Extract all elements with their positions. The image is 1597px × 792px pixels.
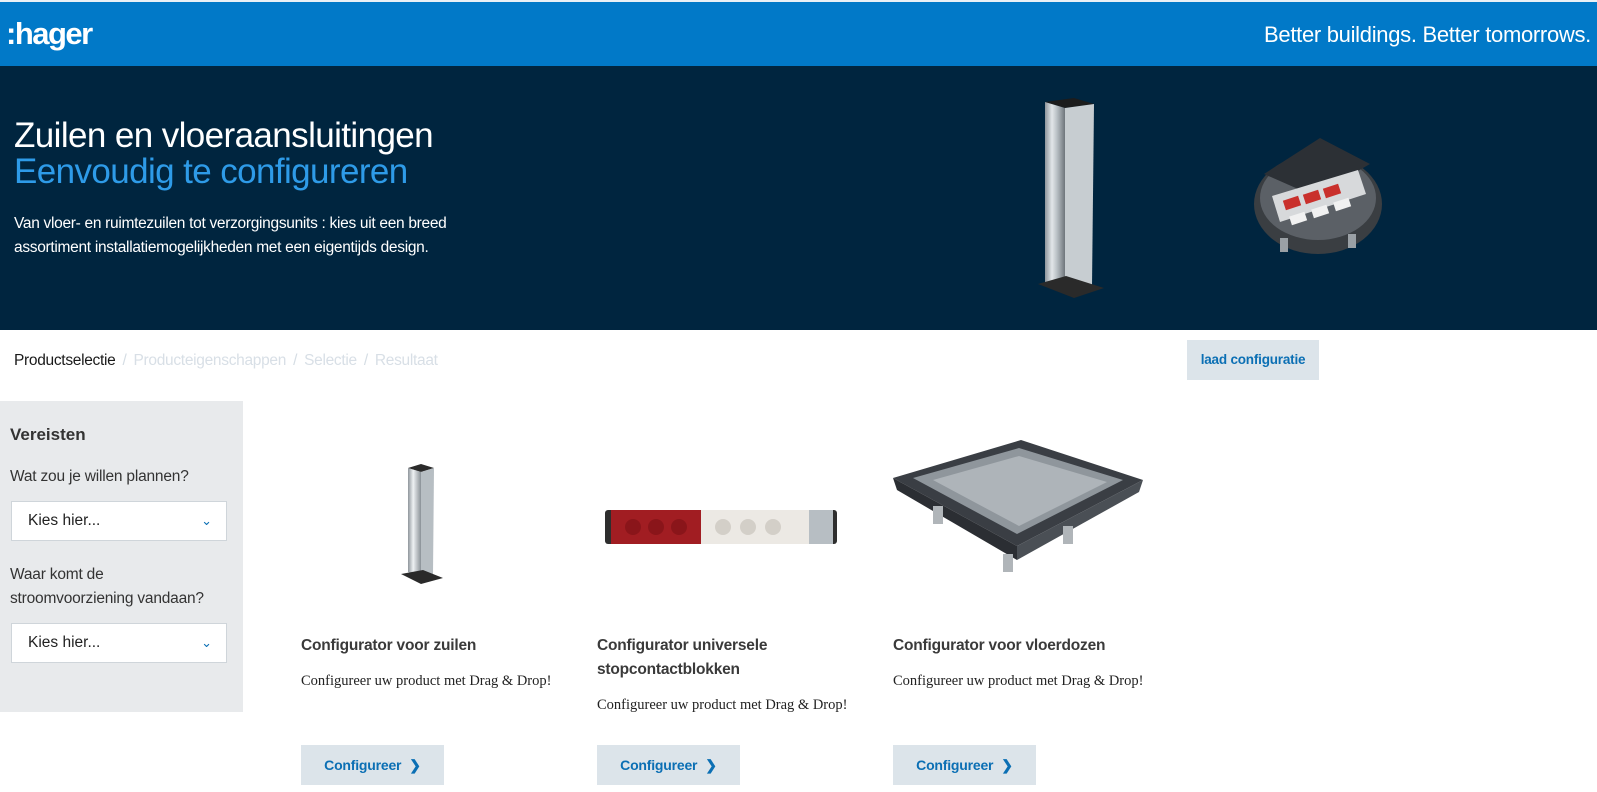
floor-box-product-image[interactable] — [893, 430, 1153, 610]
card-title: Configurator universele stopcontactblokk… — [597, 637, 768, 678]
hero-description: Van vloer- en ruimtezuilen tot verzorgin… — [14, 215, 447, 256]
plan-question-label: Wat zou je willen plannen? — [10, 468, 189, 485]
requirements-sidebar: Vereisten Wat zou je willen plannen? Kie… — [0, 401, 243, 712]
column-product-image[interactable] — [301, 430, 561, 610]
chevron-down-icon: ⌄ — [201, 513, 212, 528]
breadcrumb-separator: / — [293, 352, 298, 369]
card-title: Configurator voor vloerdozen — [893, 637, 1106, 654]
card-description: Configureer uw product met Drag & Drop! — [301, 673, 552, 689]
hero-title: Zuilen en vloeraansluitingen — [14, 116, 434, 155]
tagline: Better buildings. Better tomorrows. — [1264, 22, 1591, 47]
configure-button-label: Configureer — [916, 757, 994, 773]
power-source-select-value: Kies hier... — [28, 634, 101, 651]
plan-select[interactable]: Kies hier... ⌄ — [11, 501, 227, 541]
hero-column-image — [1038, 98, 1104, 298]
breadcrumb-separator: / — [122, 352, 127, 369]
card-description: Configureer uw product met Drag & Drop! — [893, 673, 1144, 689]
hero-banner: Zuilen en vloeraansluitingen Eenvoudig t… — [0, 66, 1597, 330]
chevron-right-icon: ❯ — [409, 757, 421, 773]
configure-socket-blocks-button[interactable]: Configureer ❯ — [597, 745, 740, 785]
top-bar: :hager Better buildings. Better tomorrow… — [0, 0, 1597, 66]
card-title: Configurator voor zuilen — [301, 637, 477, 654]
breadcrumb-step-selectie: Selectie — [304, 352, 357, 369]
configure-floor-boxes-button[interactable]: Configureer ❯ — [893, 745, 1036, 785]
hero-floorbox-image — [1254, 138, 1382, 254]
breadcrumb-separator: / — [363, 352, 368, 369]
power-source-select[interactable]: Kies hier... ⌄ — [11, 623, 227, 663]
hager-logo[interactable]: :hager — [6, 16, 93, 52]
hero-subtitle: Eenvoudig te configureren — [14, 152, 408, 191]
card-description: Configureer uw product met Drag & Drop! — [597, 697, 848, 713]
breadcrumb-step-producteigenschappen: Producteigenschappen — [133, 352, 287, 369]
breadcrumb-step-resultaat: Resultaat — [374, 352, 438, 369]
chevron-right-icon: ❯ — [1001, 757, 1013, 773]
load-configuration-button[interactable]: laad configuratie — [1187, 340, 1319, 380]
sidebar-title: Vereisten — [10, 425, 86, 444]
configure-button-label: Configureer — [324, 757, 402, 773]
socket-block-product-image[interactable] — [597, 430, 857, 610]
chevron-right-icon: ❯ — [705, 757, 717, 773]
power-source-question-label: Waar komt de stroomvoorziening vandaan? — [10, 566, 204, 607]
chevron-down-icon: ⌄ — [201, 635, 212, 650]
plan-select-value: Kies hier... — [28, 512, 101, 529]
configure-columns-button[interactable]: Configureer ❯ — [301, 745, 444, 785]
breadcrumb-step-productselectie[interactable]: Productselectie — [14, 352, 116, 369]
configure-button-label: Configureer — [620, 757, 698, 773]
breadcrumb: Productselectie / Producteigenschappen / Sel… — [14, 352, 438, 370]
